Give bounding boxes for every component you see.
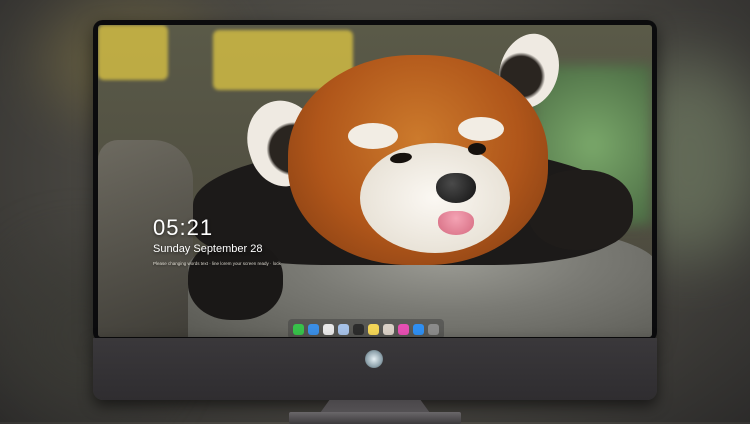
trash-icon[interactable] — [428, 323, 439, 335]
lockscreen-date: Sunday September 28 — [153, 243, 263, 255]
red-panda-tongue — [438, 211, 474, 235]
wallpaper-sign — [98, 25, 168, 80]
screen: 05:21 Sunday September 28 Please changin… — [98, 25, 652, 337]
red-panda-brow-right — [458, 117, 504, 141]
dock — [288, 319, 444, 337]
brand-logo-icon — [365, 350, 383, 368]
photos-icon[interactable] — [383, 323, 394, 335]
safari-icon[interactable] — [323, 323, 334, 335]
notes-icon[interactable] — [368, 323, 379, 335]
itunes-icon[interactable] — [398, 323, 409, 335]
lockscreen-time: 05:21 — [153, 215, 214, 240]
red-panda-eye-right — [468, 143, 486, 155]
messages-icon[interactable] — [293, 323, 304, 335]
monitor-stand-foot — [289, 412, 461, 424]
preview-icon[interactable] — [338, 323, 349, 335]
appstore-icon[interactable] — [413, 323, 424, 335]
finder-icon[interactable] — [308, 323, 319, 335]
red-panda-nose — [436, 173, 476, 203]
red-panda-brow-left — [348, 123, 398, 149]
lockscreen-status: Please changing words text · line lorem … — [153, 261, 281, 266]
monitor-bezel: 05:21 Sunday September 28 Please changin… — [93, 20, 657, 342]
clapper-icon[interactable] — [353, 323, 364, 335]
red-panda-muzzle — [360, 143, 510, 253]
wallpaper — [98, 25, 652, 337]
imac-monitor: 05:21 Sunday September 28 Please changin… — [93, 20, 657, 424]
monitor-chin — [93, 338, 657, 400]
